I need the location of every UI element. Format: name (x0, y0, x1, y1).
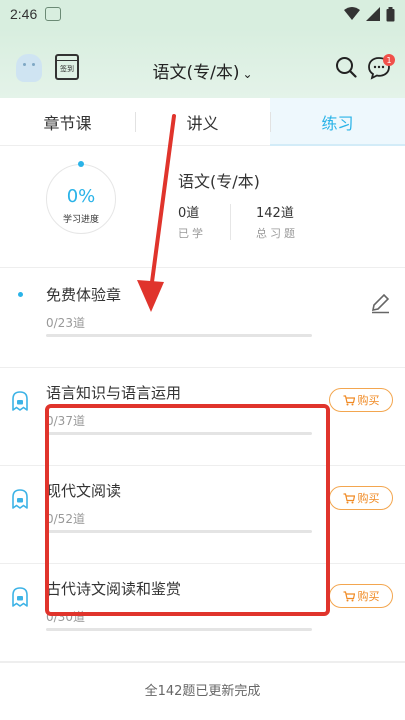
chapter-progress-bar (46, 628, 312, 631)
tab-chapter-lessons[interactable]: 章节课 (0, 98, 135, 145)
buy-button[interactable]: 购买 (329, 584, 393, 608)
edit-icon[interactable] (369, 292, 391, 314)
chapter-item[interactable]: 免费体验章 0/23道 (0, 270, 405, 368)
learned-stat: 0道 已学 (178, 202, 206, 241)
status-bar: 2:46 (0, 0, 405, 28)
progress-percent: 0% (66, 186, 96, 207)
chapter-name: 语言知识与语言运用 (46, 384, 182, 402)
total-label: 总习题 (256, 227, 298, 240)
buy-label: 购买 (357, 394, 380, 407)
progress-label: 学习进度 (62, 215, 99, 225)
app-header: 签到 语文(专/本) ⌄ 1 (0, 28, 405, 98)
chapter-progress-bar (46, 334, 312, 337)
stat-divider (230, 204, 231, 240)
summary-title: 语文(专/本) (178, 172, 260, 191)
buy-label: 购买 (357, 590, 380, 603)
chapter-progress-bar (46, 432, 312, 435)
cart-icon (343, 394, 355, 405)
wifi-icon (344, 7, 360, 20)
chapter-name: 现代文阅读 (46, 482, 122, 500)
message-badge: 1 (383, 54, 395, 66)
chapter-count: 0/52道 (46, 512, 85, 526)
chapter-count: 0/23道 (46, 316, 85, 330)
notification-app-icon (45, 7, 62, 21)
search-icon[interactable] (335, 56, 357, 78)
chapter-item[interactable]: 现代文阅读 0/52道 购买 (0, 466, 405, 564)
status-time: 2:46 (10, 6, 38, 22)
progress-summary: 0% 学习进度 语文(专/本) 0道 已学 142道 总习题 (0, 146, 405, 268)
learned-count: 0道 (178, 206, 200, 221)
total-count: 142道 (256, 206, 294, 221)
battery-icon (386, 6, 395, 21)
buy-button[interactable]: 购买 (329, 388, 393, 412)
tab-handouts[interactable]: 讲义 (135, 98, 270, 145)
tab-bar: 章节课 讲义 练习 (0, 98, 405, 146)
total-stat: 142道 总习题 (256, 202, 298, 241)
cart-icon (343, 590, 355, 601)
lock-icon (12, 587, 28, 607)
update-complete-note: 全142题已更新完成 (0, 662, 405, 716)
tab-practice[interactable]: 练习 (270, 98, 405, 146)
chapter-progress-bar (46, 530, 312, 533)
chapter-bullet (18, 292, 23, 297)
course-title: 语文(专/本) (152, 63, 240, 83)
buy-label: 购买 (357, 492, 380, 505)
cart-icon (343, 492, 355, 503)
chapter-name: 免费体验章 (46, 286, 122, 304)
chapter-item[interactable]: 古代诗文阅读和鉴赏 0/30道 购买 (0, 564, 405, 662)
lock-icon (12, 489, 28, 509)
signal-icon (366, 7, 380, 21)
chapter-count: 0/30道 (46, 610, 85, 624)
lock-icon (12, 391, 28, 411)
learned-label: 已学 (178, 227, 206, 240)
chapter-item[interactable]: 语言知识与语言运用 0/37道 购买 (0, 368, 405, 466)
progress-ring-marker (78, 161, 84, 167)
chapter-count: 0/37道 (46, 414, 85, 428)
buy-button[interactable]: 购买 (329, 486, 393, 510)
chapter-name: 古代诗文阅读和鉴赏 (46, 580, 182, 598)
chevron-down-icon: ⌄ (242, 67, 253, 81)
